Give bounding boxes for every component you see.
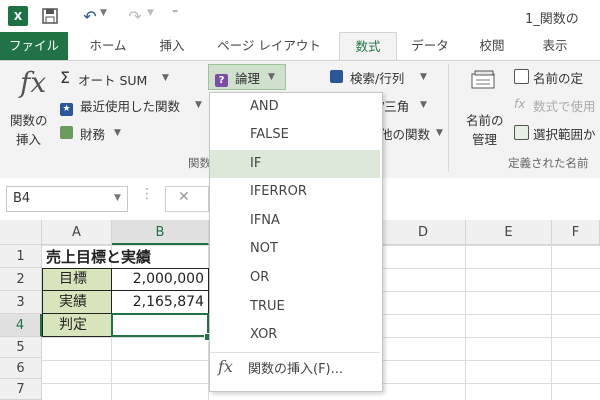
- more-functions-button[interactable]: 他の関数: [380, 124, 430, 143]
- name-manager-label-1[interactable]: 名前の: [466, 110, 504, 129]
- math-trig-button[interactable]: /三角: [380, 96, 409, 115]
- column-header-a[interactable]: A: [42, 220, 112, 245]
- cell-a2[interactable]: 目標: [42, 268, 112, 291]
- autosum-dropdown-icon[interactable]: ▼: [162, 73, 169, 83]
- recent-functions-dropdown-icon[interactable]: ▼: [195, 100, 202, 110]
- cell-b2[interactable]: 2,000,000: [111, 268, 209, 291]
- tab-review[interactable]: 校閲: [470, 32, 514, 60]
- tab-data[interactable]: データ: [405, 32, 455, 60]
- grid-line: [465, 245, 466, 400]
- name-manager-icon[interactable]: [470, 70, 498, 92]
- row-header-5[interactable]: 5: [0, 337, 42, 358]
- cell-a4[interactable]: 判定: [42, 313, 112, 337]
- menu-item-label: OR: [250, 270, 270, 285]
- financial-icon: [60, 124, 73, 143]
- tab-page-layout[interactable]: ページ レイアウト: [205, 32, 333, 60]
- autosum-icon[interactable]: Σ: [60, 68, 70, 87]
- financial-button[interactable]: 財務: [80, 124, 105, 143]
- cancel-icon: ✕: [178, 189, 190, 205]
- menu-item-label: FALSE: [250, 127, 289, 142]
- logical-label: 論理: [235, 71, 261, 86]
- logical-dropdown-icon: ▼: [268, 72, 275, 82]
- grid-line: [551, 245, 552, 400]
- name-manager-label-2[interactable]: 管理: [472, 129, 497, 148]
- tab-insert[interactable]: 挿入: [150, 32, 194, 60]
- define-name-icon: [514, 69, 529, 88]
- menu-item-label: IF: [250, 156, 262, 171]
- menu-item-not[interactable]: NOT: [210, 235, 380, 263]
- define-name-button[interactable]: 名前の定: [533, 68, 583, 87]
- excel-app-icon[interactable]: X: [8, 6, 28, 26]
- save-icon[interactable]: [40, 6, 60, 26]
- menu-item-or[interactable]: OR: [210, 264, 380, 292]
- use-in-formula-button: 数式で使用: [533, 99, 596, 114]
- select-all-corner[interactable]: [0, 220, 42, 245]
- column-header-e[interactable]: E: [466, 220, 552, 245]
- math-trig-dropdown-icon[interactable]: ▼: [420, 100, 427, 110]
- menu-item-and[interactable]: AND: [210, 93, 380, 121]
- more-functions-dropdown-icon[interactable]: ▼: [436, 128, 443, 138]
- logical-icon: ?: [215, 68, 228, 87]
- menu-item-false[interactable]: FALSE: [210, 121, 380, 149]
- name-box-dropdown-icon[interactable]: ▼: [114, 193, 121, 203]
- tab-file[interactable]: ファイル: [0, 32, 68, 60]
- menu-item-insert-function[interactable]: 関数の挿入(F)...: [248, 358, 343, 377]
- tab-home[interactable]: ホーム: [80, 32, 136, 60]
- menu-item-true[interactable]: TRUE: [210, 293, 380, 321]
- use-in-formula-icon: fx: [514, 97, 526, 111]
- name-box[interactable]: B4: [6, 186, 128, 212]
- recent-functions-icon: ★: [60, 96, 73, 116]
- redo-icon[interactable]: ↷: [125, 6, 145, 26]
- menu-item-label: IFERROR: [250, 184, 307, 199]
- column-header-b[interactable]: B: [112, 220, 209, 245]
- row-header-2[interactable]: 2: [0, 268, 42, 291]
- row-header-4[interactable]: 4: [0, 314, 42, 337]
- create-from-selection-button[interactable]: 選択範囲か: [533, 124, 596, 143]
- cell-b3[interactable]: 2,165,874: [111, 290, 209, 314]
- menu-item-label: AND: [250, 99, 279, 114]
- lookup-icon: [330, 68, 343, 87]
- menu-item-if[interactable]: IF: [210, 150, 380, 178]
- lookup-button[interactable]: 検索/行列: [350, 68, 404, 87]
- name-box-value: B4: [13, 191, 31, 206]
- menu-item-label: IFNA: [250, 213, 280, 228]
- sheet-title-cell[interactable]: 売上目標と実績: [46, 246, 151, 267]
- create-from-selection-icon: [514, 125, 529, 144]
- menu-item-iferror[interactable]: IFERROR: [210, 178, 380, 206]
- menu-item-label: TRUE: [250, 299, 285, 314]
- recent-functions-button[interactable]: 最近使用した関数: [80, 96, 180, 115]
- row-header-3[interactable]: 3: [0, 291, 42, 314]
- group-separator: [448, 64, 449, 172]
- customize-qat-icon[interactable]: ⁼: [172, 6, 178, 20]
- group-function-library-label: 関数: [188, 156, 211, 170]
- undo-icon[interactable]: ↶: [80, 6, 100, 26]
- financial-dropdown-icon[interactable]: ▼: [114, 128, 121, 138]
- menu-item-ifna[interactable]: IFNA: [210, 207, 380, 235]
- menu-item-label: NOT: [250, 241, 278, 256]
- lookup-dropdown-icon[interactable]: ▼: [420, 72, 427, 82]
- insert-function-label-2[interactable]: 挿入: [16, 129, 41, 148]
- menu-separator: [210, 352, 380, 353]
- undo-dropdown-icon[interactable]: ▼: [100, 8, 107, 18]
- insert-function-menu-icon: fx: [218, 357, 233, 376]
- column-header-d[interactable]: D: [381, 220, 466, 245]
- cell-a3[interactable]: 実績: [42, 290, 112, 314]
- column-header-f[interactable]: F: [552, 220, 600, 245]
- row-header-7[interactable]: 7: [0, 379, 42, 400]
- insert-function-icon[interactable]: fx: [20, 66, 46, 99]
- autosum-button[interactable]: オート SUM: [78, 70, 147, 89]
- cell-b4-selected[interactable]: [111, 313, 209, 337]
- redo-dropdown-icon[interactable]: ▼: [147, 8, 154, 18]
- insert-function-label-1[interactable]: 関数の: [10, 110, 48, 129]
- row-header-1[interactable]: 1: [0, 245, 42, 268]
- menu-item-label: XOR: [250, 327, 278, 342]
- group-defined-names-label: 定義された名前: [508, 156, 589, 170]
- formula-bar-grip-icon: ⋮: [140, 186, 154, 202]
- row-header-6[interactable]: 6: [0, 358, 42, 379]
- tab-view[interactable]: 表示: [530, 32, 580, 60]
- menu-item-xor[interactable]: XOR: [210, 321, 380, 349]
- window-title: 1_関数の: [525, 12, 579, 27]
- tab-formulas[interactable]: 数式: [339, 32, 397, 62]
